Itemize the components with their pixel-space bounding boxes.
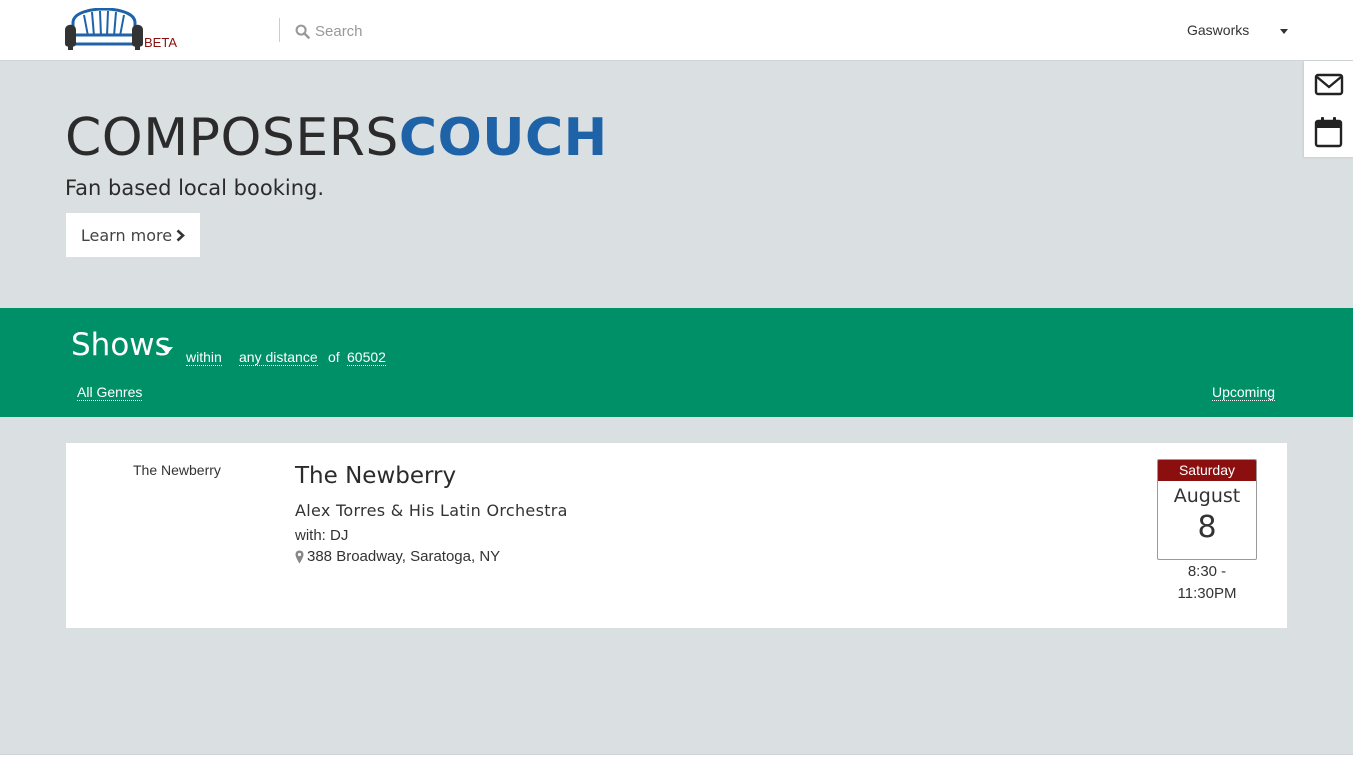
learn-more-label: Learn more	[80, 225, 173, 245]
event-day-of-week: Saturday	[1158, 460, 1256, 481]
chevron-right-icon	[176, 229, 186, 241]
venue-dropdown-value: Gasworks	[1187, 22, 1250, 38]
search-icon	[295, 24, 310, 39]
timeframe-filter[interactable]: Upcoming	[1212, 384, 1276, 401]
side-actions	[1304, 61, 1353, 157]
nav-divider	[279, 18, 280, 42]
within-filter[interactable]: within	[186, 349, 222, 366]
caret-down-icon	[1280, 29, 1288, 34]
venue-image-alt[interactable]: The Newberry	[133, 462, 221, 478]
genre-filter[interactable]: All Genres	[77, 384, 143, 401]
learn-more-button[interactable]: Learn more	[66, 213, 200, 257]
brand-title: COMPOSERSCOUCH	[65, 108, 608, 168]
event-time-end: 11:30PM	[1177, 585, 1237, 602]
event-artist[interactable]: Alex Torres & His Latin Orchestra	[295, 501, 568, 520]
messages-button[interactable]	[1314, 70, 1344, 100]
event-time: 8:30 - 11:30PM	[1157, 561, 1257, 605]
category-dropdown[interactable]: Shows	[71, 327, 171, 363]
event-month: August	[1173, 485, 1241, 507]
search-input[interactable]	[315, 22, 675, 40]
event-address[interactable]: 388 Broadway, Saratoga, NY	[295, 548, 500, 565]
caret-down-icon[interactable]	[161, 347, 173, 354]
couch-logo-icon	[65, 8, 143, 50]
site-logo[interactable]: BETA	[64, 8, 184, 52]
beta-badge: BETA	[144, 35, 177, 50]
event-title[interactable]: The Newberry	[295, 463, 456, 489]
distance-filter[interactable]: any distance	[239, 349, 318, 366]
search-bar[interactable]	[295, 20, 695, 42]
show-filters: Shows within any distance of 60502 All G…	[0, 308, 1353, 417]
tagline: Fan based local booking.	[65, 176, 325, 200]
calendar-button[interactable]	[1314, 116, 1344, 148]
event-card[interactable]: The Newberry The Newberry Alex Torres & …	[66, 443, 1287, 628]
event-address-text: 388 Broadway, Saratoga, NY	[307, 548, 501, 565]
brand-title-accent: COUCH	[398, 108, 608, 168]
venue-dropdown[interactable]: Gasworks	[1187, 22, 1292, 40]
footer	[0, 754, 1353, 767]
event-time-start: 8:30 -	[1187, 563, 1227, 580]
event-day: 8	[1197, 510, 1217, 545]
event-date: Saturday August 8	[1157, 459, 1257, 560]
brand-title-main: COMPOSERS	[65, 108, 399, 168]
of-label: of	[328, 349, 340, 365]
zip-filter[interactable]: 60502	[347, 349, 386, 366]
top-navbar: BETA Gasworks	[0, 0, 1353, 61]
envelope-icon	[1314, 73, 1344, 96]
event-support: with: DJ	[295, 527, 349, 544]
calendar-icon	[1314, 117, 1343, 148]
map-marker-icon	[295, 550, 304, 563]
